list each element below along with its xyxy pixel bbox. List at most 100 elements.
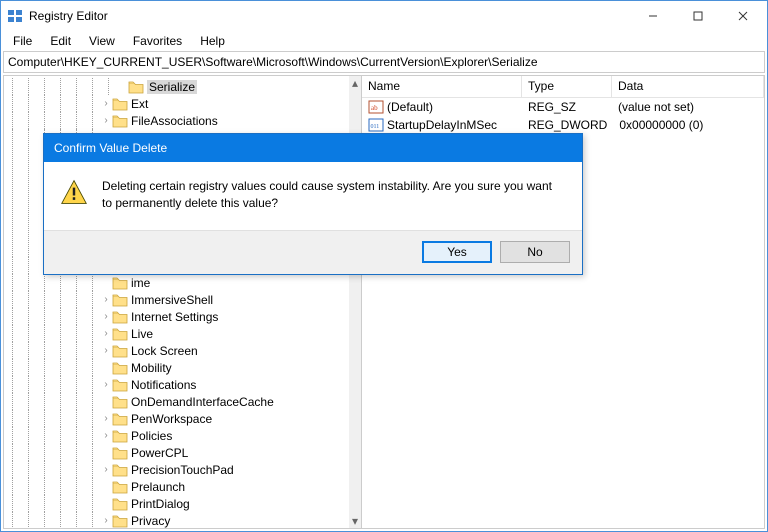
- menu-favorites[interactable]: Favorites: [125, 32, 190, 50]
- expand-icon[interactable]: ›: [100, 294, 112, 305]
- expand-icon[interactable]: ›: [100, 430, 112, 441]
- tree-node[interactable]: Mobility: [4, 359, 349, 376]
- folder-icon: [112, 378, 128, 392]
- regedit-icon: [7, 8, 23, 24]
- tree-label: Notifications: [131, 378, 196, 392]
- value-icon: ab: [368, 99, 384, 115]
- col-type[interactable]: Type: [522, 76, 612, 97]
- tree-label: PrecisionTouchPad: [131, 463, 234, 477]
- tree-node[interactable]: › PrecisionTouchPad: [4, 461, 349, 478]
- folder-icon: [112, 327, 128, 341]
- value-type: REG_SZ: [522, 100, 612, 114]
- confirm-dialog: Confirm Value Delete Deleting certain re…: [43, 133, 583, 275]
- svg-text:011: 011: [371, 124, 380, 130]
- tree-label: Live: [131, 327, 153, 341]
- menu-edit[interactable]: Edit: [42, 32, 79, 50]
- tree-label: Serialize: [147, 80, 197, 94]
- expand-icon[interactable]: ›: [100, 115, 112, 126]
- tree-label: Lock Screen: [131, 344, 198, 358]
- expand-icon[interactable]: ›: [100, 311, 112, 322]
- tree-label: ImmersiveShell: [131, 293, 213, 307]
- menu-file[interactable]: File: [5, 32, 40, 50]
- tree-label: PowerCPL: [131, 446, 188, 460]
- value-name: StartupDelayInMSec: [387, 118, 497, 132]
- close-button[interactable]: [720, 2, 765, 30]
- expand-icon[interactable]: ›: [100, 328, 112, 339]
- value-data: (value not set): [612, 100, 764, 114]
- tree-label: Policies: [131, 429, 172, 443]
- list-rows: ab (Default) REG_SZ(value not set) 011 Start…: [362, 98, 764, 134]
- tree-node[interactable]: PrintDialog: [4, 495, 349, 512]
- list-row[interactable]: 011StartupDelayInMSecREG_DWORD0x00000000…: [362, 116, 764, 134]
- expand-icon[interactable]: ›: [100, 464, 112, 475]
- tree-node[interactable]: › Internet Settings: [4, 308, 349, 325]
- scroll-down-icon[interactable]: ▾: [349, 514, 361, 528]
- tree-node[interactable]: ›PenWorkspace: [4, 410, 349, 427]
- expand-icon[interactable]: ›: [100, 98, 112, 109]
- titlebar: Registry Editor: [1, 1, 767, 31]
- folder-icon: [128, 80, 144, 94]
- folder-icon: [112, 361, 128, 375]
- yes-button[interactable]: Yes: [422, 241, 492, 263]
- tree-node[interactable]: › Notifications: [4, 376, 349, 393]
- value-icon: 011: [368, 117, 384, 133]
- address-bar[interactable]: Computer\HKEY_CURRENT_USER\Software\Micr…: [3, 51, 765, 73]
- menu-help[interactable]: Help: [192, 32, 233, 50]
- tree-label: Prelaunch: [131, 480, 185, 494]
- tree-node[interactable]: › Ext: [4, 95, 349, 112]
- tree-node[interactable]: › ImmersiveShell: [4, 291, 349, 308]
- tree-node[interactable]: › Lock Screen: [4, 342, 349, 359]
- window-title: Registry Editor: [29, 9, 108, 23]
- tree-node[interactable]: › Live: [4, 325, 349, 342]
- maximize-button[interactable]: [675, 2, 720, 30]
- folder-icon: [112, 97, 128, 111]
- expand-icon[interactable]: ›: [100, 413, 112, 424]
- tree-node[interactable]: › Privacy: [4, 512, 349, 528]
- col-name[interactable]: Name: [362, 76, 522, 97]
- folder-icon: [112, 480, 128, 494]
- scroll-up-icon[interactable]: ▴: [349, 76, 361, 90]
- warning-icon: [60, 178, 88, 212]
- dialog-footer: Yes No: [44, 230, 582, 274]
- menu-view[interactable]: View: [81, 32, 123, 50]
- no-button[interactable]: No: [500, 241, 570, 263]
- tree-label: Privacy: [131, 514, 170, 528]
- list-header[interactable]: Name Type Data: [362, 76, 764, 98]
- list-row[interactable]: ab (Default) REG_SZ(value not set): [362, 98, 764, 116]
- tree-label: OnDemandInterfaceCache: [131, 395, 274, 409]
- folder-icon: [112, 114, 128, 128]
- folder-icon: [112, 276, 128, 290]
- tree-label: Ext: [131, 97, 148, 111]
- folder-icon: [112, 463, 128, 477]
- tree-node[interactable]: › Policies: [4, 427, 349, 444]
- value-type: REG_DWORD: [522, 118, 613, 132]
- dialog-title: Confirm Value Delete: [44, 134, 582, 162]
- dialog-message: Deleting certain registry values could c…: [102, 178, 564, 212]
- menubar: File Edit View Favorites Help: [1, 31, 767, 51]
- expand-icon[interactable]: ›: [100, 515, 112, 526]
- folder-icon: [112, 497, 128, 511]
- folder-icon: [112, 395, 128, 409]
- expand-icon[interactable]: ›: [100, 345, 112, 356]
- expand-icon[interactable]: ›: [100, 379, 112, 390]
- tree-node[interactable]: OnDemandInterfaceCache: [4, 393, 349, 410]
- tree-label: Mobility: [131, 361, 172, 375]
- tree-node[interactable]: Prelaunch: [4, 478, 349, 495]
- folder-icon: [112, 344, 128, 358]
- tree-label: PrintDialog: [131, 497, 190, 511]
- folder-icon: [112, 446, 128, 460]
- tree-node[interactable]: › FileAssociations: [4, 112, 349, 129]
- value-name: (Default): [387, 100, 433, 114]
- tree-label: FileAssociations: [131, 114, 218, 128]
- folder-icon: [112, 293, 128, 307]
- folder-icon: [112, 310, 128, 324]
- col-data[interactable]: Data: [612, 76, 764, 97]
- tree-node[interactable]: Serialize: [4, 78, 349, 95]
- tree-label: Internet Settings: [131, 310, 218, 324]
- svg-text:ab: ab: [371, 104, 378, 112]
- folder-icon: [112, 429, 128, 443]
- address-text: Computer\HKEY_CURRENT_USER\Software\Micr…: [8, 55, 538, 69]
- minimize-button[interactable]: [630, 2, 675, 30]
- tree-node[interactable]: PowerCPL: [4, 444, 349, 461]
- tree-node[interactable]: ime: [4, 274, 349, 291]
